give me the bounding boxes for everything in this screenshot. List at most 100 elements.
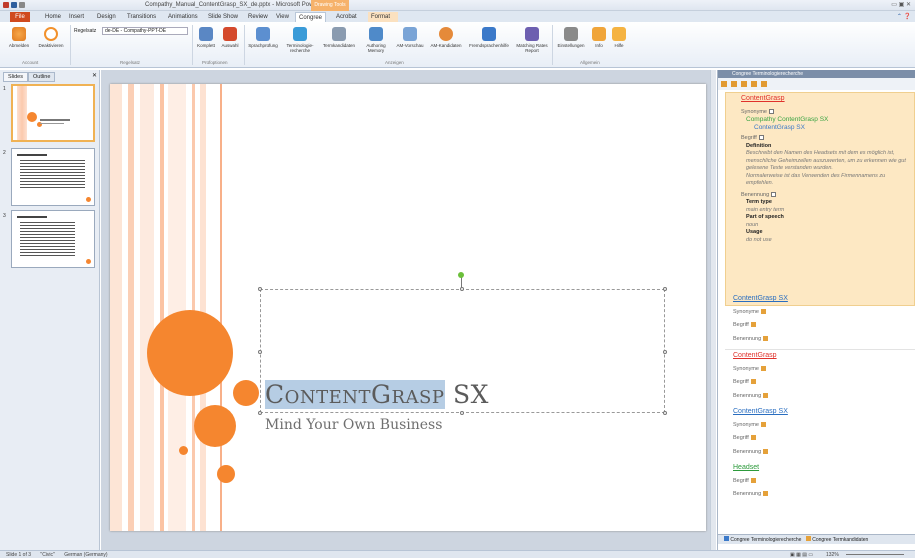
- tab-transitions[interactable]: Transitions: [124, 12, 159, 22]
- terminologie-button[interactable]: Terminologie-recherche: [282, 27, 318, 53]
- status-bar: Slide 1 of 3 "Civic" German (Germany) ▣ …: [0, 550, 915, 558]
- entry-title[interactable]: ContentGrasp: [733, 349, 777, 363]
- tab-design[interactable]: Design: [94, 12, 119, 22]
- term-entry: Headset Begriff Benennung: [733, 461, 769, 502]
- preview-icon: [403, 27, 417, 41]
- power-icon: [44, 27, 58, 41]
- window-controls[interactable]: ▭ ▣ ✕: [891, 1, 911, 8]
- regelsatz-dropdown[interactable]: de-DE - Compathy-PPT-DE: [102, 27, 188, 35]
- expand-icon[interactable]: [750, 322, 756, 328]
- term-candidates-icon: [332, 27, 346, 41]
- info-icon: [592, 27, 606, 41]
- term-entry: ContentGrasp Synonyme Begriff Benennung: [733, 349, 777, 403]
- einstellungen-button[interactable]: Einstellungen: [554, 27, 588, 48]
- entry-title[interactable]: ContentGrasp: [734, 95, 906, 103]
- tab-insert[interactable]: Insert: [66, 12, 87, 22]
- arrow-down-icon[interactable]: [731, 81, 737, 87]
- rotate-handle[interactable]: [458, 272, 464, 278]
- drawing-tools-label: Drawing Tools: [311, 0, 349, 11]
- copy-icon[interactable]: [751, 81, 757, 87]
- arrow-up-icon[interactable]: [721, 81, 727, 87]
- group-allgemein: Allgemein: [580, 60, 600, 65]
- tab-outline[interactable]: Outline: [28, 72, 56, 82]
- group-pruefoptionen: Prüfoptionen: [202, 60, 228, 65]
- expand-icon[interactable]: [750, 379, 756, 385]
- group-anzeigen: Anzeigen: [385, 60, 404, 65]
- am-kandidaten-button[interactable]: AM-Kandidaten: [428, 27, 464, 48]
- slide-thumbnail-2[interactable]: [11, 148, 95, 206]
- regelsatz-label: Regelsatz: [74, 28, 97, 34]
- info-button[interactable]: Info: [590, 27, 608, 48]
- expand-icon[interactable]: [761, 365, 766, 371]
- tab-acrobat[interactable]: Acrobat: [333, 12, 360, 22]
- slide-title[interactable]: ContentGrasp SX: [265, 380, 489, 409]
- slide-subtitle[interactable]: Mind Your Own Business: [265, 417, 442, 433]
- pane-header: Congree Terminologierecherche: [718, 70, 915, 78]
- tab-congree[interactable]: Congree: [295, 12, 327, 22]
- selected-text: ContentGrasp: [265, 380, 445, 409]
- vertical-scrollbar[interactable]: [710, 70, 716, 550]
- deaktivieren-button[interactable]: Deaktivieren: [36, 27, 66, 48]
- zoom-slider[interactable]: [846, 554, 904, 555]
- termkandidaten-button[interactable]: Termkandidaten: [320, 27, 358, 48]
- decorative-circle: [179, 446, 188, 455]
- decorative-circle: [194, 405, 236, 447]
- tab-format[interactable]: Format: [368, 12, 398, 22]
- tab-home[interactable]: Home: [42, 12, 64, 22]
- tab-terminologierecherche[interactable]: Congree Terminologierecherche: [730, 537, 801, 543]
- collapse-icon[interactable]: [771, 191, 777, 197]
- group-regelsatz: Regelsatz: [120, 60, 141, 65]
- collapse-icon[interactable]: [758, 135, 764, 141]
- help-icon[interactable]: ⌃ ❓: [897, 13, 911, 20]
- fremdsprachenhilfe-button[interactable]: Fremdsprachenhilfe: [466, 27, 512, 48]
- slide-number: 3: [3, 213, 6, 219]
- expand-icon[interactable]: [763, 491, 769, 497]
- tab-termkandidaten[interactable]: Congree Termkandidaten: [812, 537, 868, 543]
- entry-title[interactable]: ContentGrasp SX: [733, 292, 788, 306]
- ribbon: Abmelden Deaktivieren Regelsatz de-DE - …: [0, 22, 915, 68]
- decorative-circle: [233, 380, 259, 406]
- title-bar: Compathy_Manual_ContentGrasp_SX_de.pptx …: [0, 0, 915, 11]
- entry-title[interactable]: ContentGrasp SX: [733, 405, 788, 419]
- speaker-icon: [12, 27, 26, 41]
- expand-icon[interactable]: [763, 392, 769, 398]
- hilfe-button[interactable]: Hilfe: [610, 27, 628, 48]
- tab-animations[interactable]: Animations: [165, 12, 201, 22]
- auswahl-button[interactable]: Auswahl: [218, 27, 242, 48]
- spellcheck-icon: [256, 27, 270, 41]
- slide-canvas[interactable]: ContentGrasp SX Mind Your Own Business: [110, 84, 706, 531]
- expand-icon[interactable]: [763, 335, 769, 341]
- expand-icon[interactable]: [761, 421, 766, 427]
- tab-slide-show[interactable]: Slide Show: [205, 12, 241, 22]
- term-entry-selected: ContentGrasp Synonyme Compathy ContentGr…: [725, 92, 915, 306]
- language[interactable]: German (Germany): [64, 552, 107, 558]
- foreign-language-icon: [482, 27, 496, 41]
- expand-icon[interactable]: [750, 435, 756, 441]
- book-icon[interactable]: [761, 81, 767, 87]
- synonym: Compathy ContentGrasp SX: [746, 116, 829, 123]
- expand-icon[interactable]: [761, 308, 766, 314]
- memory-icon: [369, 27, 383, 41]
- tab-review[interactable]: Review: [245, 12, 271, 22]
- authoring-memory-button[interactable]: Authoring Memory: [360, 27, 392, 53]
- tab-slides[interactable]: Slides: [3, 72, 28, 82]
- abmelden-button[interactable]: Abmelden: [8, 27, 30, 48]
- expand-icon[interactable]: [763, 448, 769, 454]
- collapse-icon[interactable]: [769, 108, 774, 114]
- report-chart-icon: [525, 27, 539, 41]
- expand-icon[interactable]: [750, 477, 756, 483]
- search-icon[interactable]: [741, 81, 747, 87]
- tab-view[interactable]: View: [273, 12, 292, 22]
- entry-title[interactable]: Headset: [733, 461, 768, 475]
- slide-thumbnail-3[interactable]: [11, 210, 95, 268]
- slide-number: 1: [3, 86, 6, 92]
- slides-pane: Slides Outline ✕ 1 2 3: [0, 70, 100, 550]
- komplett-button[interactable]: Komplett: [195, 27, 217, 48]
- matching-rates-button[interactable]: Matching Rates Report: [514, 27, 550, 53]
- terminology-icon: [293, 27, 307, 41]
- am-vorschau-button[interactable]: AM-Vorschau: [393, 27, 427, 48]
- sprachpruefung-button[interactable]: Sprachprüfung: [246, 27, 280, 48]
- tab-file[interactable]: File: [10, 12, 30, 22]
- slide-thumbnail-1[interactable]: [11, 84, 95, 142]
- close-icon[interactable]: ✕: [92, 72, 97, 79]
